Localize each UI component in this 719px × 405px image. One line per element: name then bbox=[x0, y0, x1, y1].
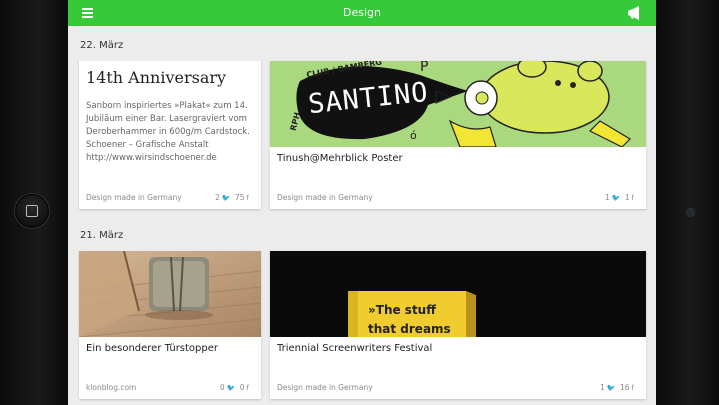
card-stats: 1 🐦 16 f bbox=[600, 383, 636, 392]
festival-photo bbox=[270, 251, 646, 337]
card-image bbox=[79, 251, 261, 337]
post-card[interactable]: P ó SANTINO CLUB / BAMBERG RPH Tinush@Me… bbox=[270, 61, 646, 209]
card-source[interactable]: klonblog.com bbox=[86, 383, 136, 392]
post-card[interactable]: Ein besonderer Türstopper klonblog.com 0… bbox=[79, 251, 261, 399]
card-image: P ó SANTINO CLUB / BAMBERG RPH bbox=[270, 61, 646, 147]
tweet-count: 1 bbox=[600, 383, 605, 392]
twitter-icon: 🐦 bbox=[226, 384, 236, 392]
card-source[interactable]: Design made in Germany bbox=[277, 193, 373, 202]
app-bar: Design bbox=[68, 0, 656, 26]
facebook-icon: f bbox=[631, 194, 634, 202]
twitter-icon: 🐦 bbox=[606, 384, 616, 392]
section-date: 22. März bbox=[80, 40, 124, 51]
home-button[interactable] bbox=[14, 193, 50, 229]
app-screen: Design 22. März 14th Anniversary Sanborn… bbox=[68, 0, 656, 405]
section-date: 21. März bbox=[80, 230, 124, 241]
twitter-icon: 🐦 bbox=[611, 194, 621, 202]
facebook-icon: f bbox=[246, 384, 249, 392]
svg-text:P: P bbox=[420, 61, 428, 75]
front-camera bbox=[686, 208, 695, 217]
card-image: »The stuff that dreams bbox=[270, 251, 646, 337]
festival-text-2: that dreams bbox=[368, 322, 451, 336]
svg-text:ó: ó bbox=[410, 129, 417, 142]
card-title: Tinush@Mehrblick Poster bbox=[277, 153, 403, 164]
like-count: 16 bbox=[619, 383, 630, 392]
tweet-count: 1 bbox=[604, 193, 610, 202]
megaphone-icon[interactable] bbox=[626, 5, 642, 21]
facebook-icon: f bbox=[246, 194, 249, 202]
home-square-icon bbox=[26, 205, 38, 217]
like-count: 75 bbox=[234, 193, 245, 202]
card-source[interactable]: Design made in Germany bbox=[86, 193, 182, 202]
card-title: Triennial Screenwriters Festival bbox=[277, 343, 433, 354]
card-description: Sanborn inspiriertes »Plakat« zum 14. Ju… bbox=[86, 101, 250, 163]
card-title: Ein besonderer Türstopper bbox=[86, 343, 219, 354]
card-title: 14th Anniversary bbox=[86, 68, 227, 87]
card-stats: 2 🐦 75 f bbox=[215, 193, 251, 202]
tweet-count: 2 bbox=[215, 193, 220, 202]
card-source[interactable]: Design made in Germany bbox=[277, 383, 373, 392]
like-count: 0 bbox=[239, 383, 245, 392]
card-stats: 0 🐦 0f bbox=[220, 383, 251, 392]
like-count: 1 bbox=[624, 193, 630, 202]
twitter-icon: 🐦 bbox=[221, 194, 231, 202]
post-card[interactable]: 14th Anniversary Sanborn inspiriertes »P… bbox=[79, 61, 261, 209]
doorstop-photo bbox=[79, 251, 261, 337]
festival-text-1: »The stuff bbox=[368, 303, 436, 317]
post-card[interactable]: »The stuff that dreams Triennial Screenw… bbox=[270, 251, 646, 399]
facebook-icon: f bbox=[631, 384, 634, 392]
card-stats: 1 🐦 1f bbox=[605, 193, 636, 202]
page-title: Design bbox=[343, 6, 381, 19]
tweet-count: 0 bbox=[219, 383, 225, 392]
